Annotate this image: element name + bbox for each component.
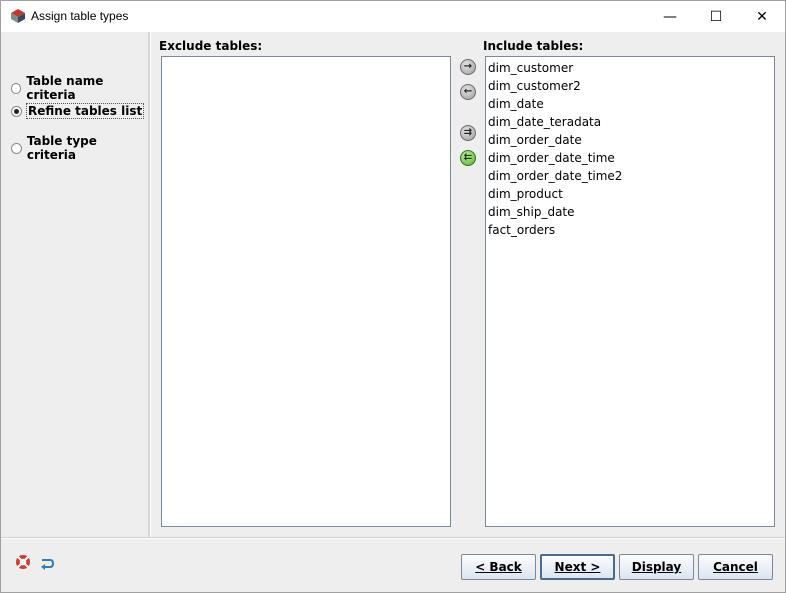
radio-table-name-criteria[interactable]: Table name criteria xyxy=(11,74,148,102)
arrow-right-icon: → xyxy=(463,61,473,72)
list-item[interactable]: dim_ship_date xyxy=(486,203,774,221)
radio-button-selected-icon[interactable] xyxy=(11,105,22,117)
next-button[interactable]: Next > xyxy=(540,554,615,580)
undo-arrow-icon[interactable] xyxy=(39,555,55,571)
display-button-label: Display xyxy=(631,560,682,574)
include-tables-label: Include tables: xyxy=(483,39,584,53)
list-item[interactable]: fact_orders xyxy=(486,221,774,239)
radio-table-type-criteria[interactable]: Table type criteria xyxy=(11,134,148,162)
assign-table-types-dialog: Assign table types — ☐ ✕ Table name crit… xyxy=(0,0,786,593)
app-logo-icon xyxy=(11,9,25,23)
move-all-right-button[interactable]: ⇉ xyxy=(460,125,476,141)
list-item[interactable]: dim_customer xyxy=(486,59,774,77)
radio-button-icon[interactable] xyxy=(11,142,22,154)
radio-label: Table name criteria xyxy=(26,74,104,102)
window-title: Assign table types xyxy=(31,9,129,23)
back-button-label: < Back xyxy=(475,560,522,574)
list-item[interactable]: dim_order_date_time xyxy=(486,149,774,167)
minimize-icon: — xyxy=(663,8,677,25)
list-item[interactable]: dim_customer2 xyxy=(486,77,774,95)
list-item[interactable]: dim_product xyxy=(486,185,774,203)
cancel-button[interactable]: Cancel xyxy=(698,554,773,580)
display-button[interactable]: Display xyxy=(619,554,694,580)
footer-separator xyxy=(1,537,785,539)
radio-label: Table type criteria xyxy=(26,134,97,162)
help-lifebuoy-icon[interactable] xyxy=(15,554,31,570)
list-item[interactable]: dim_order_date xyxy=(486,131,774,149)
radio-refine-tables-list[interactable]: Refine tables list xyxy=(11,103,145,119)
radio-button-icon[interactable] xyxy=(11,82,22,94)
move-left-button[interactable]: ← xyxy=(460,84,476,100)
move-all-left-button[interactable]: ⇇ xyxy=(460,150,476,166)
maximize-button[interactable]: ☐ xyxy=(693,1,739,32)
exclude-tables-list[interactable] xyxy=(161,56,451,527)
move-right-button[interactable]: → xyxy=(460,59,476,75)
maximize-icon: ☐ xyxy=(709,8,723,25)
pane-divider xyxy=(148,32,151,537)
double-arrow-left-icon: ⇇ xyxy=(463,152,473,163)
arrow-left-icon: ← xyxy=(463,86,473,97)
radio-label: Refine tables list xyxy=(25,103,145,119)
list-item[interactable]: dim_date_teradata xyxy=(486,113,774,131)
cancel-button-label: Cancel xyxy=(713,560,758,574)
double-arrow-right-icon: ⇉ xyxy=(463,127,473,138)
list-item[interactable]: dim_order_date_time2 xyxy=(486,167,774,185)
list-item[interactable]: dim_date xyxy=(486,95,774,113)
close-button[interactable]: ✕ xyxy=(739,1,785,32)
include-tables-list[interactable]: dim_customer dim_customer2 dim_date dim_… xyxy=(485,56,775,527)
criteria-pane: Table name criteria Refine tables list T… xyxy=(1,32,148,537)
next-button-label: Next > xyxy=(554,560,601,574)
back-button[interactable]: < Back xyxy=(461,554,536,580)
close-icon: ✕ xyxy=(756,8,768,25)
title-bar[interactable]: Assign table types — ☐ ✕ xyxy=(1,1,785,32)
exclude-tables-label: Exclude tables: xyxy=(159,39,263,53)
minimize-button[interactable]: — xyxy=(647,1,693,32)
